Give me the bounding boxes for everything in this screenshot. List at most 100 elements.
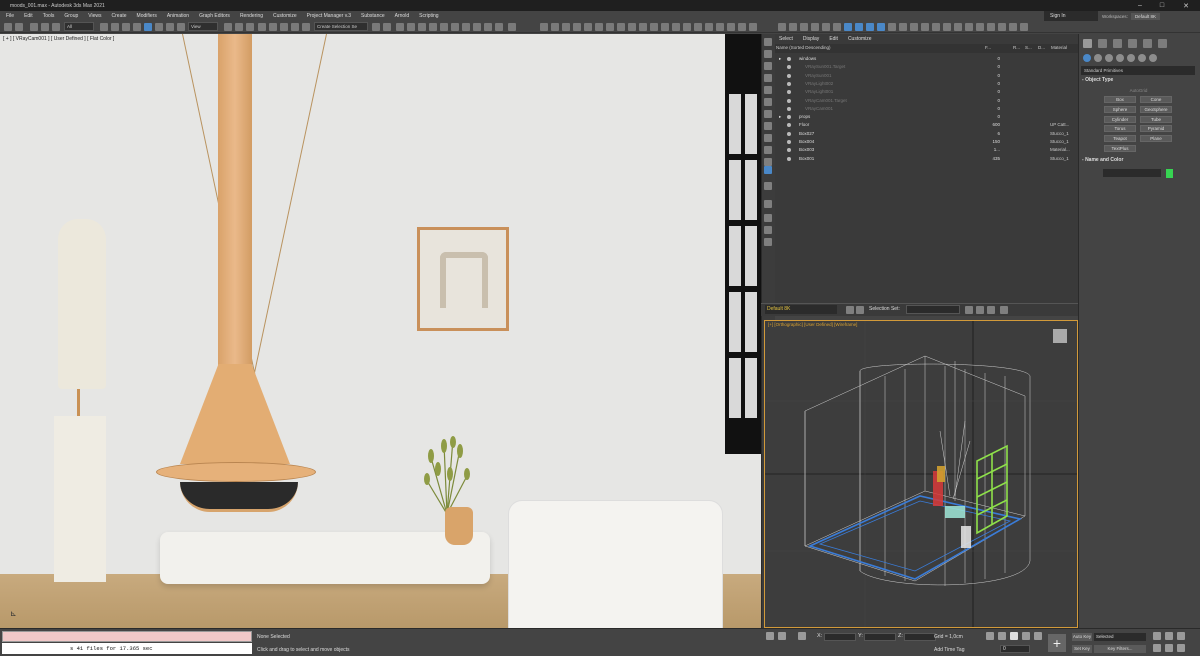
orbit-icon[interactable]	[1177, 644, 1185, 652]
shapes-icon[interactable]	[1094, 54, 1102, 62]
extra-tool-11-icon[interactable]	[888, 23, 896, 31]
selection-set-dropdown[interactable]	[906, 305, 960, 314]
filter-icon[interactable]	[1000, 306, 1008, 314]
set-key-button[interactable]: Set Key	[1072, 645, 1092, 653]
vray-plane-icon[interactable]	[606, 23, 614, 31]
column-material-header[interactable]: Material	[1051, 45, 1067, 50]
filter-cameras-icon[interactable]	[764, 74, 772, 82]
motion-tab-icon[interactable]	[1128, 39, 1137, 48]
scene-row[interactable]: Floor 600 UP Catt...	[775, 121, 1078, 129]
utilities-tab-icon[interactable]	[1158, 39, 1167, 48]
vray-icon[interactable]	[540, 23, 548, 31]
extra-tool-12-icon[interactable]	[899, 23, 907, 31]
scene-row[interactable]: VRayLight002 0	[775, 80, 1078, 88]
visibility-eye-icon[interactable]	[787, 140, 791, 144]
angle-snap-icon[interactable]	[269, 23, 277, 31]
layers-icon[interactable]	[846, 306, 854, 314]
vray-mesh-export-icon[interactable]	[617, 23, 625, 31]
play-icon[interactable]	[1010, 632, 1018, 640]
space-warps-icon[interactable]	[1138, 54, 1146, 62]
zoom-all-icon[interactable]	[1165, 632, 1173, 640]
select-object-icon[interactable]	[100, 23, 108, 31]
extra-tool-5-icon[interactable]	[822, 23, 830, 31]
primitive-button[interactable]: Plane	[1140, 135, 1172, 143]
wireframe-viewport-label[interactable]: [+] [Orthographic] [User Defined] [Wiref…	[768, 322, 857, 327]
filter-bones-icon[interactable]	[764, 134, 772, 142]
next-frame-icon[interactable]	[1022, 632, 1030, 640]
object-name-field[interactable]	[1103, 169, 1161, 177]
select-move-icon[interactable]	[144, 23, 152, 31]
autogrid-checkbox[interactable]: AutoGrid	[1082, 88, 1195, 93]
expand-icon[interactable]: ▸	[779, 113, 781, 121]
add-key-icon[interactable]: +	[1048, 634, 1066, 652]
extra-tool-20-icon[interactable]	[987, 23, 995, 31]
vray-bake-icon[interactable]	[661, 23, 669, 31]
save-selection-icon[interactable]	[965, 306, 973, 314]
extra-tool-21-icon[interactable]	[998, 23, 1006, 31]
visibility-eye-icon[interactable]	[787, 57, 791, 61]
visibility-eye-icon[interactable]	[787, 90, 791, 95]
vray-info-icon[interactable]	[749, 23, 757, 31]
rendered-frame-icon[interactable]	[473, 23, 481, 31]
lock-cell-edit-icon[interactable]	[764, 226, 772, 234]
workspace-value[interactable]: Default 8K	[1130, 12, 1160, 20]
z-coordinate-field[interactable]	[904, 633, 936, 641]
hierarchy-icon[interactable]	[856, 306, 864, 314]
scene-row[interactable]: Box027 6 Stucco_1	[775, 130, 1078, 138]
scene-row[interactable]: ▸ windows 0	[775, 55, 1078, 63]
select-by-name-icon[interactable]	[111, 23, 119, 31]
scene-row[interactable]: VRayLight001 0	[775, 88, 1078, 96]
visibility-eye-icon[interactable]	[787, 106, 791, 111]
sort-by-hierarchy-icon[interactable]	[764, 214, 772, 222]
scene-menu-item[interactable]: Select	[779, 36, 793, 42]
extra-tool-13-icon[interactable]	[910, 23, 918, 31]
bind-spacewarp-icon[interactable]	[52, 23, 60, 31]
absolute-mode-icon[interactable]	[798, 632, 806, 640]
select-manipulate-icon[interactable]	[235, 23, 243, 31]
visibility-eye-icon[interactable]	[787, 131, 791, 136]
column-r-header[interactable]: R...	[1013, 45, 1020, 50]
primitive-button[interactable]: GeoSphere	[1140, 105, 1172, 113]
vray-scene-icon[interactable]	[650, 23, 658, 31]
visibility-eye-icon[interactable]	[787, 123, 791, 128]
add-time-tag[interactable]: Add Time Tag	[934, 647, 964, 653]
material-editor-icon[interactable]	[451, 23, 459, 31]
lights-icon[interactable]	[1105, 54, 1113, 62]
x-coordinate-field[interactable]	[824, 633, 856, 641]
menu-item[interactable]: Animation	[167, 13, 189, 19]
visibility-eye-icon[interactable]	[787, 65, 791, 70]
placement-icon[interactable]	[177, 23, 185, 31]
scene-row[interactable]: ▸ props 0	[775, 113, 1078, 121]
extra-tool-14-icon[interactable]	[921, 23, 929, 31]
layer-explorer-icon[interactable]	[407, 23, 415, 31]
extra-tool-16-icon[interactable]	[943, 23, 951, 31]
key-selection-dropdown[interactable]: Selected	[1094, 633, 1146, 641]
primitive-button[interactable]: Cone	[1140, 96, 1172, 103]
extra-tool-10-icon[interactable]	[877, 23, 885, 31]
snaps-toggle-icon[interactable]	[258, 23, 266, 31]
extra-tool-4-icon[interactable]	[811, 23, 819, 31]
scene-row[interactable]: VRayCam001.Target 0	[775, 97, 1078, 105]
filter-shapes-icon[interactable]	[764, 50, 772, 58]
keyboard-shortcut-icon[interactable]	[246, 23, 254, 31]
undo-icon[interactable]	[4, 23, 12, 31]
filter-lights-icon[interactable]	[764, 62, 772, 70]
menu-item[interactable]: Project Manager v.3	[307, 13, 351, 19]
extra-tool-19-icon[interactable]	[976, 23, 984, 31]
extra-tool-2-icon[interactable]	[789, 23, 797, 31]
visibility-eye-icon[interactable]	[787, 73, 791, 78]
unlink-icon[interactable]	[41, 23, 49, 31]
vray-ies-icon[interactable]	[683, 23, 691, 31]
geometry-icon[interactable]	[1083, 54, 1091, 62]
scale-icon[interactable]	[166, 23, 174, 31]
column-name-header[interactable]: Name (Sorted Descending)	[776, 45, 831, 50]
mirror-icon[interactable]	[372, 23, 380, 31]
name-and-color-rollout[interactable]: - Name and Color	[1082, 157, 1195, 165]
primitive-button[interactable]: Pyramid	[1140, 125, 1172, 133]
menu-item[interactable]: Create	[112, 13, 127, 19]
align-icon[interactable]	[383, 23, 391, 31]
scene-menu-item[interactable]: Display	[803, 36, 819, 42]
primitive-button[interactable]: Sphere	[1104, 105, 1136, 113]
menu-item[interactable]: Group	[64, 13, 78, 19]
display-influences-icon[interactable]	[764, 182, 772, 190]
